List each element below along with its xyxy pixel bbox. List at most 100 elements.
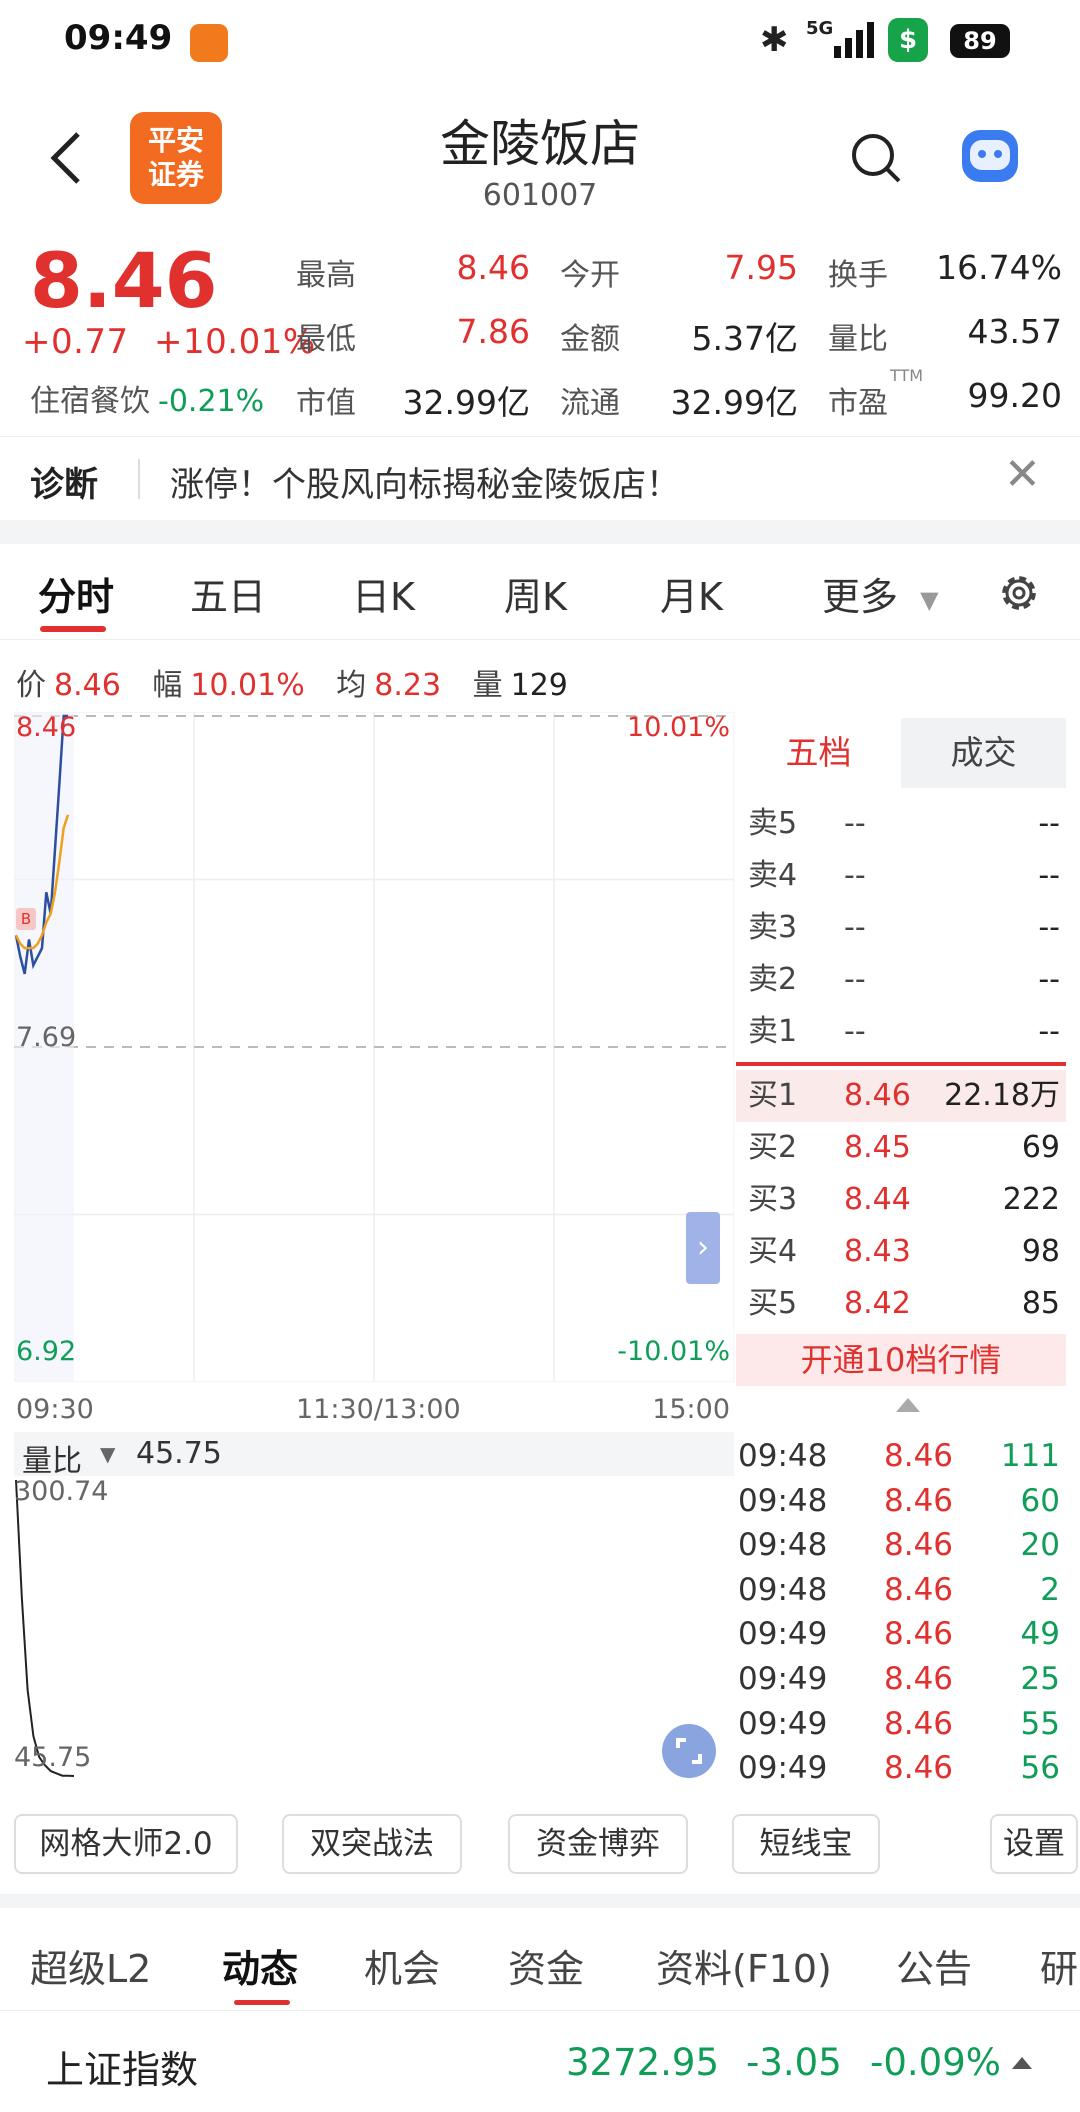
grid-master-button[interactable]: 网格大师2.0 xyxy=(14,1814,238,1874)
volume-ratio-line xyxy=(15,1479,75,1777)
change-value: +0.77 xyxy=(22,322,129,362)
stat-label: 今开 xyxy=(560,258,620,293)
intraday-info-line: 价 8.46 幅 10.01% 均 8.23 量 129 xyxy=(16,660,576,704)
stat-label: 最低 xyxy=(296,322,356,357)
tick-price: 8.46 xyxy=(884,1527,954,1564)
tab-monthly-k[interactable]: 月K xyxy=(660,566,723,621)
tick-time: 09:49 xyxy=(738,1705,828,1742)
tick-volume: 60 xyxy=(1020,1482,1060,1519)
tick-volume: 55 xyxy=(1020,1705,1060,1742)
stock-name: 金陵饭店 xyxy=(440,115,640,173)
tab-weekly-k[interactable]: 周K xyxy=(504,566,567,621)
bid-row: 买4 8.43 98 xyxy=(736,1226,1066,1278)
ask-volume: -- xyxy=(1038,806,1060,841)
ask-price: -- xyxy=(844,806,866,841)
tick-row: 09:49 8.46 25 xyxy=(736,1657,1066,1702)
stat-label: 最高 xyxy=(296,258,356,293)
bid-price: 8.46 xyxy=(844,1078,911,1113)
caret-down-icon: ▼ xyxy=(100,1442,116,1466)
tab-research[interactable]: 研 xyxy=(1040,1938,1078,1993)
ask-volume: -- xyxy=(1038,1014,1060,1049)
gear-icon[interactable] xyxy=(994,568,1044,618)
tab-five-levels[interactable]: 五档 xyxy=(736,718,901,788)
ask-row: 卖1 -- -- xyxy=(736,1006,1066,1058)
volume-ratio-chart[interactable]: 量比 ▼ 45.75 300.74 45.75 xyxy=(14,1432,734,1792)
tick-price: 8.46 xyxy=(884,1750,954,1787)
volume-ratio-header[interactable]: 量比 ▼ 45.75 xyxy=(14,1432,734,1479)
order-book-tabs: 五档 成交 xyxy=(736,718,1066,788)
short-term-button[interactable]: 短线宝 xyxy=(732,1814,880,1874)
tab-opportunity[interactable]: 机会 xyxy=(364,1938,440,1993)
bid-volume: 69 xyxy=(1021,1130,1060,1165)
stat-value: 43.57 xyxy=(967,312,1062,351)
x-label-open: 09:30 xyxy=(16,1394,94,1425)
pct-label-top: 10.01% xyxy=(627,712,730,743)
bid-label: 买4 xyxy=(748,1234,798,1269)
order-book: 五档 成交 卖5 -- -- 卖4 -- -- 卖3 -- -- 卖2 -- -- 卖1 -- -- 买1 8.… xyxy=(736,718,1066,1388)
pct-label-bottom: -10.01% xyxy=(617,1336,730,1367)
info-amp-label: 幅 xyxy=(152,668,183,703)
tab-f10[interactable]: 资料(F10) xyxy=(656,1938,832,1993)
x-label-close: 15:00 xyxy=(652,1394,730,1425)
tab-funds[interactable]: 资金 xyxy=(508,1938,584,1993)
index-ticker[interactable]: 上证指数 3272.95 -3.05 -0.09% xyxy=(0,2010,1080,2112)
search-icon[interactable] xyxy=(848,130,904,186)
tab-more[interactable]: 更多 ▼ xyxy=(822,566,939,621)
diagnosis-bar[interactable]: 诊断 涨停！个股风向标揭秘金陵饭店！ ✕ xyxy=(0,436,1080,520)
sector-info[interactable]: 住宿餐饮 -0.21% xyxy=(30,376,264,420)
tick-row: 09:49 8.46 49 xyxy=(736,1612,1066,1657)
buy-point-marker[interactable]: B xyxy=(16,908,36,930)
double-breakout-button[interactable]: 双突战法 xyxy=(282,1814,462,1874)
tick-volume: 25 xyxy=(1020,1661,1060,1697)
section-divider xyxy=(0,520,1080,544)
scroll-up-icon[interactable] xyxy=(896,1398,920,1412)
trade-ticks: 09:48 8.46 111 09:48 8.46 60 09:48 8.46 20 09:48 8… xyxy=(736,1434,1066,1794)
diagnosis-text[interactable]: 涨停！个股风向标揭秘金陵饭店！ xyxy=(170,457,680,506)
fullscreen-icon[interactable] xyxy=(662,1724,716,1778)
tab-intraday[interactable]: 分时 xyxy=(38,566,114,621)
tab-announcements[interactable]: 公告 xyxy=(896,1938,972,1993)
stat-label: 量比 xyxy=(828,322,888,357)
expand-up-icon[interactable] xyxy=(1012,2057,1032,2069)
vol-label-top: 300.74 xyxy=(14,1476,109,1507)
tab-news[interactable]: 动态 xyxy=(222,1938,298,1993)
network-label: 5G xyxy=(806,18,834,39)
bid-price: 8.45 xyxy=(844,1130,911,1165)
price-change: +0.77 +10.01% xyxy=(22,322,316,362)
intraday-chart[interactable]: 8.46 7.69 6.92 10.01% -10.01% B › xyxy=(13,711,735,1383)
divider xyxy=(138,459,140,499)
tick-time: 09:49 xyxy=(738,1661,828,1697)
tick-volume: 56 xyxy=(1020,1750,1060,1787)
robot-assistant-icon[interactable] xyxy=(962,130,1018,182)
tick-row: 09:49 8.46 56 xyxy=(736,1746,1066,1791)
period-tabs: 分时 五日 日K 周K 月K 更多 ▼ xyxy=(0,544,1080,640)
bid-volume: 22.18万 xyxy=(944,1078,1060,1113)
tick-volume: 2 xyxy=(1040,1571,1060,1608)
vol-label-bottom: 45.75 xyxy=(14,1742,92,1773)
bid-label: 买3 xyxy=(748,1182,798,1217)
expand-panel-icon[interactable]: › xyxy=(686,1212,720,1284)
fund-game-button[interactable]: 资金博弈 xyxy=(508,1814,688,1874)
signal-icon xyxy=(834,22,874,58)
settings-button[interactable]: 设置 xyxy=(990,1814,1078,1874)
bid-row: 买5 8.42 85 xyxy=(736,1278,1066,1330)
stat-value: 7.86 xyxy=(456,312,530,351)
bid-row: 买3 8.44 222 xyxy=(736,1174,1066,1226)
tab-super-l2[interactable]: 超级L2 xyxy=(30,1938,151,1993)
tab-trades[interactable]: 成交 xyxy=(901,718,1066,788)
stat-value: 16.74% xyxy=(936,248,1062,287)
close-icon[interactable]: ✕ xyxy=(1004,449,1041,500)
stat-value: 99.20 xyxy=(967,376,1062,415)
tab-daily-k[interactable]: 日K xyxy=(352,566,415,621)
ask-row: 卖5 -- -- xyxy=(736,798,1066,850)
volume-ratio-value: 45.75 xyxy=(136,1436,222,1471)
tab-five-day[interactable]: 五日 xyxy=(190,566,266,621)
bid-label: 买5 xyxy=(748,1286,798,1321)
active-tab-indicator xyxy=(40,626,106,632)
tick-time: 09:48 xyxy=(738,1571,828,1608)
ask-price: -- xyxy=(844,962,866,997)
ask-label: 卖5 xyxy=(748,806,798,841)
upgrade-level2-button[interactable]: 开通10档行情 xyxy=(736,1334,1066,1386)
stat-value: 32.99亿 xyxy=(402,383,530,422)
ask-label: 卖4 xyxy=(748,858,798,893)
